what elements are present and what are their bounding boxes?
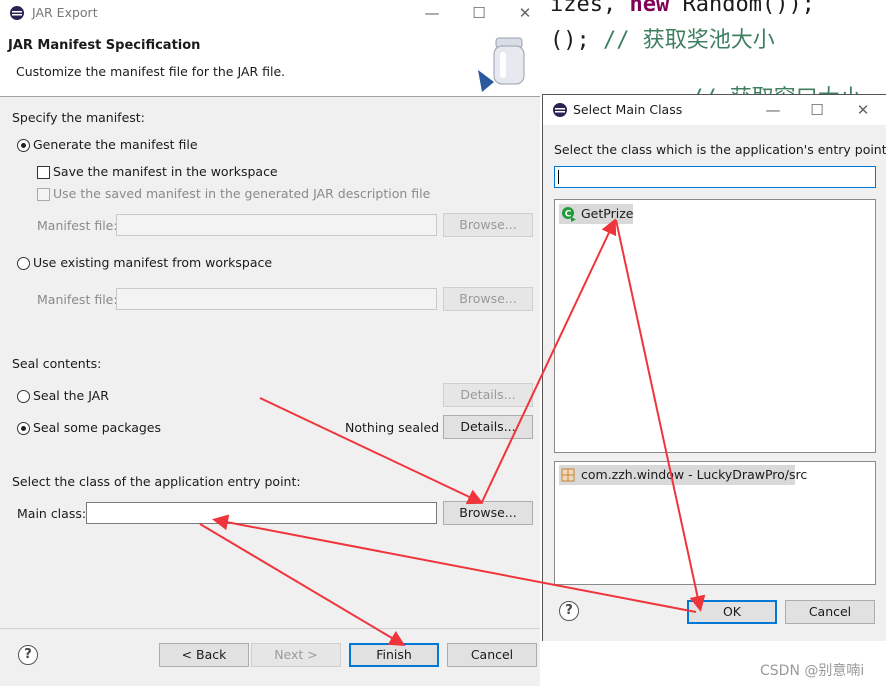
code-text: (); <box>550 28 603 53</box>
use-existing-manifest-radio[interactable] <box>17 257 30 270</box>
eclipse-icon <box>553 103 567 117</box>
jar-export-dialog: JAR Export — ☐ ✕ JAR Manifest Specificat… <box>0 0 540 686</box>
save-manifest-checkbox[interactable] <box>37 166 50 179</box>
seal-jar-details-button[interactable]: Details... <box>443 383 533 407</box>
generate-manifest-label[interactable]: Generate the manifest file <box>33 137 198 152</box>
watermark: CSDN @别意喃i <box>760 663 865 679</box>
main-class-input[interactable] <box>86 502 437 524</box>
class-icon: C <box>562 207 576 222</box>
code-line-1: izes, new Random()); <box>550 0 815 17</box>
close-icon[interactable]: ✕ <box>841 97 885 123</box>
use-saved-manifest-label: Use the saved manifest in the generated … <box>53 186 431 201</box>
main-class-browse-button[interactable]: Browse... <box>443 501 533 525</box>
seal-contents-label: Seal contents: <box>12 356 102 371</box>
cancel-button[interactable]: Cancel <box>785 600 875 624</box>
seal-jar-label[interactable]: Seal the JAR <box>33 388 109 403</box>
select-main-class-titlebar: Select Main Class — ☐ ✕ <box>543 95 886 125</box>
jar-export-titlebar: JAR Export — ☐ ✕ <box>0 0 540 26</box>
close-icon[interactable]: ✕ <box>503 0 547 26</box>
package-icon <box>561 468 575 482</box>
maximize-icon[interactable]: ☐ <box>795 97 839 123</box>
seal-some-packages-label[interactable]: Seal some packages <box>33 420 161 435</box>
seal-jar-radio[interactable] <box>17 390 30 403</box>
window-title: JAR Export <box>32 5 98 20</box>
help-icon[interactable]: ? <box>18 645 38 665</box>
class-filter-input[interactable] <box>554 166 876 188</box>
text-cursor <box>558 170 559 184</box>
code-comment: // 获取奖池大小 <box>602 28 775 53</box>
back-button[interactable]: < Back <box>159 643 249 667</box>
generate-manifest-radio[interactable] <box>17 139 30 152</box>
save-manifest-label[interactable]: Save the manifest in the workspace <box>53 164 278 179</box>
footer-divider <box>0 628 540 629</box>
specify-manifest-label: Specify the manifest: <box>12 110 145 125</box>
workspace-browse-button[interactable]: Browse... <box>443 287 533 311</box>
next-button[interactable]: Next > <box>251 643 341 667</box>
wizard-header: JAR Manifest Specification Customize the… <box>0 26 540 97</box>
use-saved-manifest-checkbox[interactable] <box>37 188 50 201</box>
manifest-file-label: Manifest file: <box>37 218 118 233</box>
minimize-icon[interactable]: — <box>751 97 795 123</box>
minimize-icon[interactable]: — <box>410 0 454 26</box>
finish-button[interactable]: Finish <box>349 643 439 667</box>
cancel-button[interactable]: Cancel <box>447 643 537 667</box>
packages-list[interactable]: com.zzh.window - LuckyDrawPro/src <box>554 461 876 585</box>
help-icon[interactable]: ? <box>559 601 579 621</box>
entry-point-prompt: Select the class which is the applicatio… <box>554 142 886 157</box>
code-keyword: new <box>629 0 670 17</box>
page-title: JAR Manifest Specification <box>8 38 201 53</box>
list-item[interactable]: com.zzh.window - LuckyDrawPro/src <box>559 465 807 485</box>
svg-text:C: C <box>565 210 572 220</box>
seal-some-packages-radio[interactable] <box>17 422 30 435</box>
ok-button[interactable]: OK <box>687 600 777 624</box>
maximize-icon[interactable]: ☐ <box>457 0 501 26</box>
package-name: com.zzh.window - LuckyDrawPro/src <box>581 467 808 482</box>
entry-point-label: Select the class of the application entr… <box>12 474 301 489</box>
matching-classes-list[interactable]: C GetPrize <box>554 199 876 453</box>
nothing-sealed-status: Nothing sealed <box>345 420 440 435</box>
eclipse-icon <box>10 6 24 20</box>
class-name: GetPrize <box>581 206 634 221</box>
code-line-2: (); // 获取奖池大小 <box>550 22 775 54</box>
use-existing-manifest-label[interactable]: Use existing manifest from workspace <box>33 255 272 270</box>
window-title: Select Main Class <box>573 102 683 117</box>
workspace-manifest-file-label: Manifest file: <box>37 292 118 307</box>
page-description: Customize the manifest file for the JAR … <box>16 64 286 79</box>
workspace-manifest-file-input[interactable] <box>116 288 437 310</box>
jar-wizard-icon <box>478 37 525 92</box>
manifest-file-input[interactable] <box>116 214 437 236</box>
main-class-label: Main class: <box>17 506 87 521</box>
code-text: Random()); <box>669 0 815 17</box>
select-main-class-dialog: Select Main Class — ☐ ✕ Select the class… <box>542 94 886 641</box>
seal-packages-details-button[interactable]: Details... <box>443 415 533 439</box>
code-text: izes, <box>550 0 630 17</box>
list-item[interactable]: C GetPrize <box>559 204 633 224</box>
manifest-browse-button[interactable]: Browse... <box>443 213 533 237</box>
